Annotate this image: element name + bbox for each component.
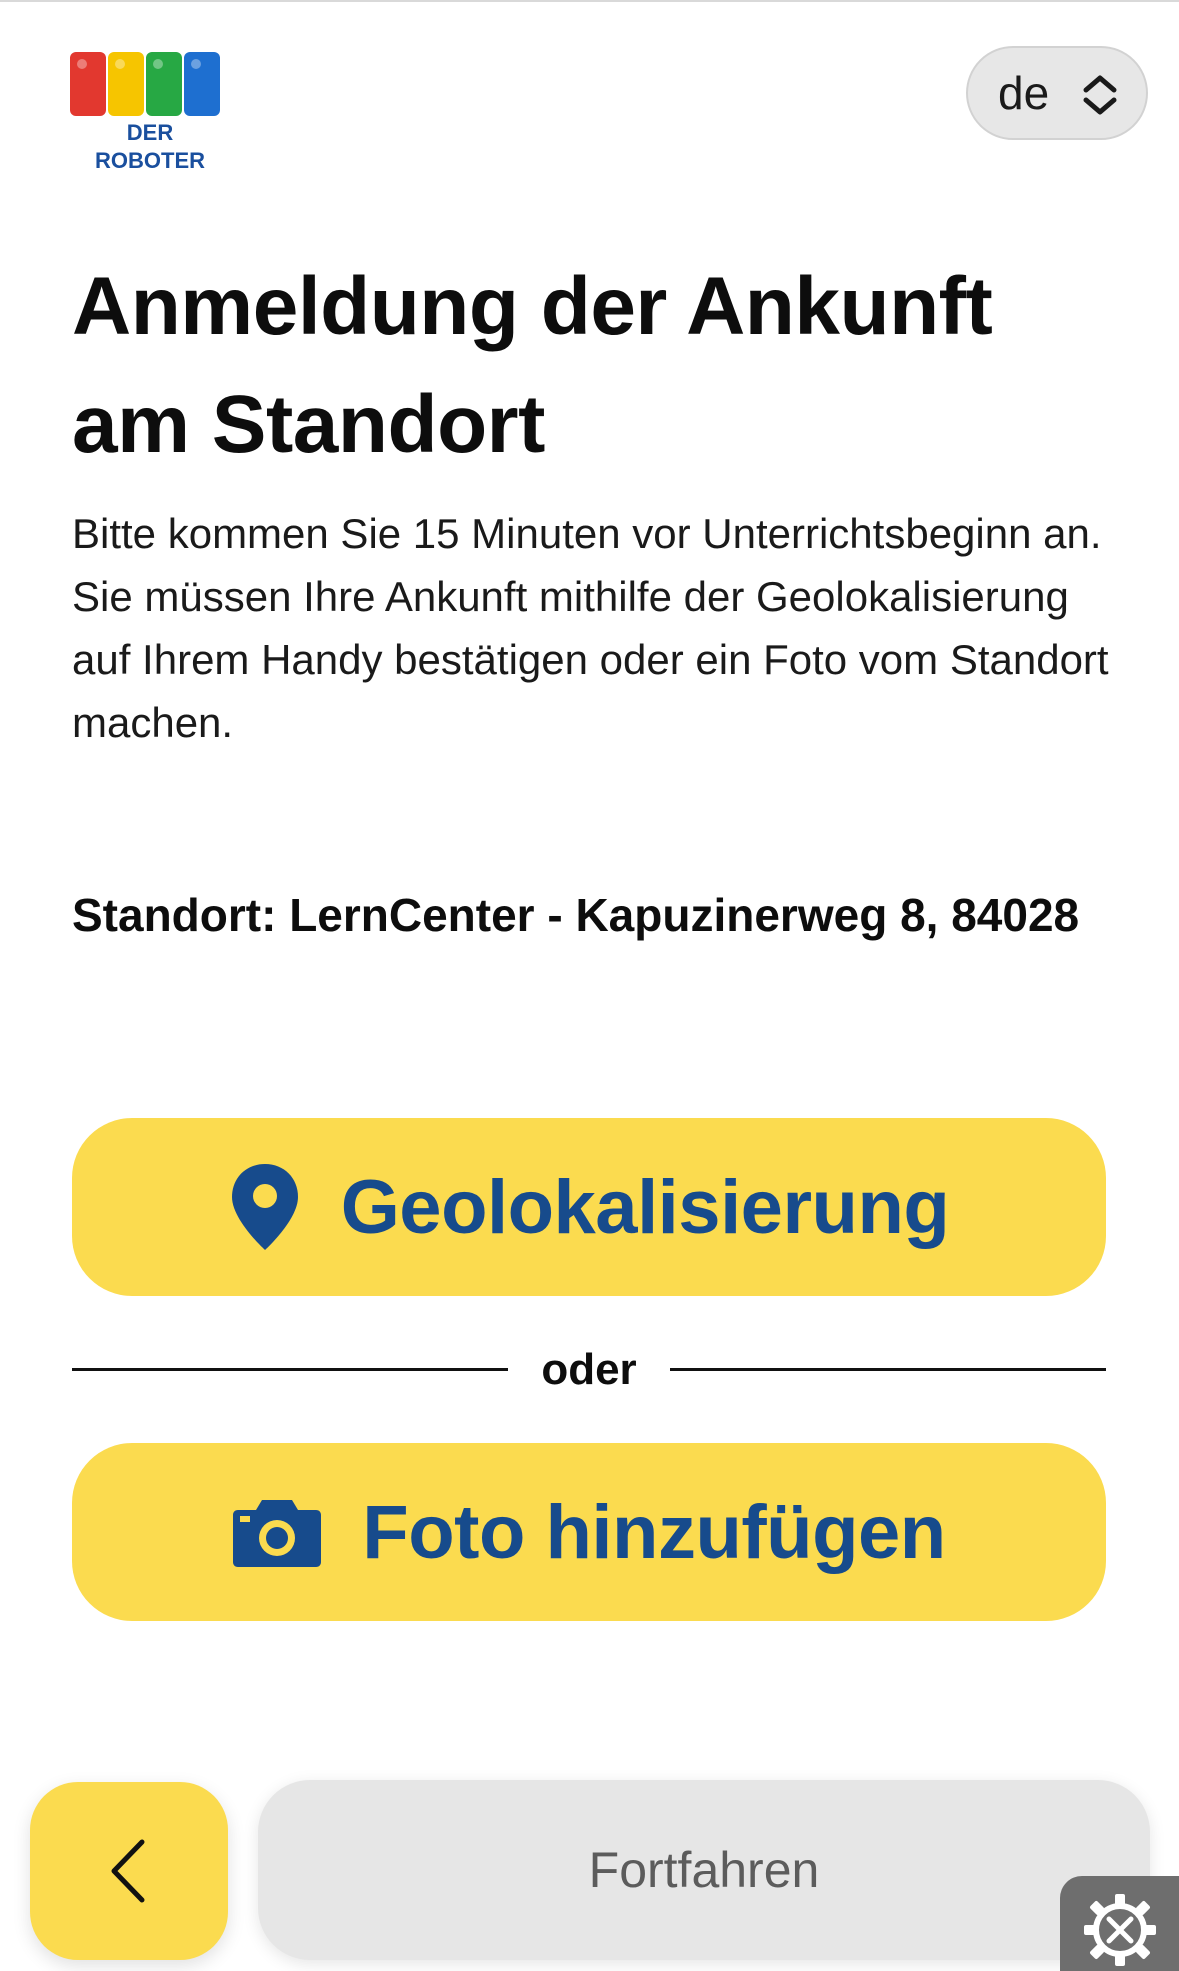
- logo-brick-i: [108, 52, 144, 116]
- logo-text-der: DER: [126, 120, 174, 145]
- page: DER ROBOTER de Anmeldung der Ankunft am …: [0, 0, 1179, 1971]
- add-photo-button[interactable]: Foto hinzufügen: [72, 1443, 1106, 1621]
- continue-button[interactable]: Fortfahren: [258, 1780, 1150, 1960]
- page-title: Anmeldung der Ankunft am Standort: [72, 261, 993, 470]
- location-address: Standort: LernCenter - Kapuzinerweg 8, 8…: [72, 889, 1080, 941]
- chevron-up-down-icon: [1083, 75, 1117, 115]
- logo-brick-a: [184, 52, 220, 116]
- or-divider: oder: [72, 1340, 1106, 1400]
- back-button[interactable]: [30, 1782, 228, 1960]
- logo-text-roboter: ROBOTER: [95, 148, 205, 173]
- divider-line-right: [670, 1368, 1106, 1371]
- logo-brick-g: [146, 52, 182, 116]
- logo-brick-l: [70, 52, 106, 116]
- page-description: Bitte kommen Sie 15 Minuten vor Unterric…: [72, 510, 1109, 746]
- settings-tools-icon: [1084, 1894, 1156, 1966]
- top-border: [0, 0, 1179, 2]
- language-value: de: [998, 67, 1050, 119]
- logo-bricks: [70, 52, 230, 116]
- geolocation-button-label: Geolokalisierung: [340, 1164, 950, 1250]
- language-selector[interactable]: de: [966, 46, 1148, 140]
- add-photo-button-label: Foto hinzufügen: [362, 1489, 946, 1575]
- settings-button[interactable]: [1060, 1876, 1179, 1971]
- map-pin-icon: [231, 1164, 298, 1250]
- chevron-left-icon: [111, 1839, 145, 1903]
- liga-der-roboter-logo: DER ROBOTER: [70, 52, 230, 174]
- camera-icon: [233, 1500, 322, 1567]
- geolocation-button[interactable]: Geolokalisierung: [72, 1118, 1106, 1296]
